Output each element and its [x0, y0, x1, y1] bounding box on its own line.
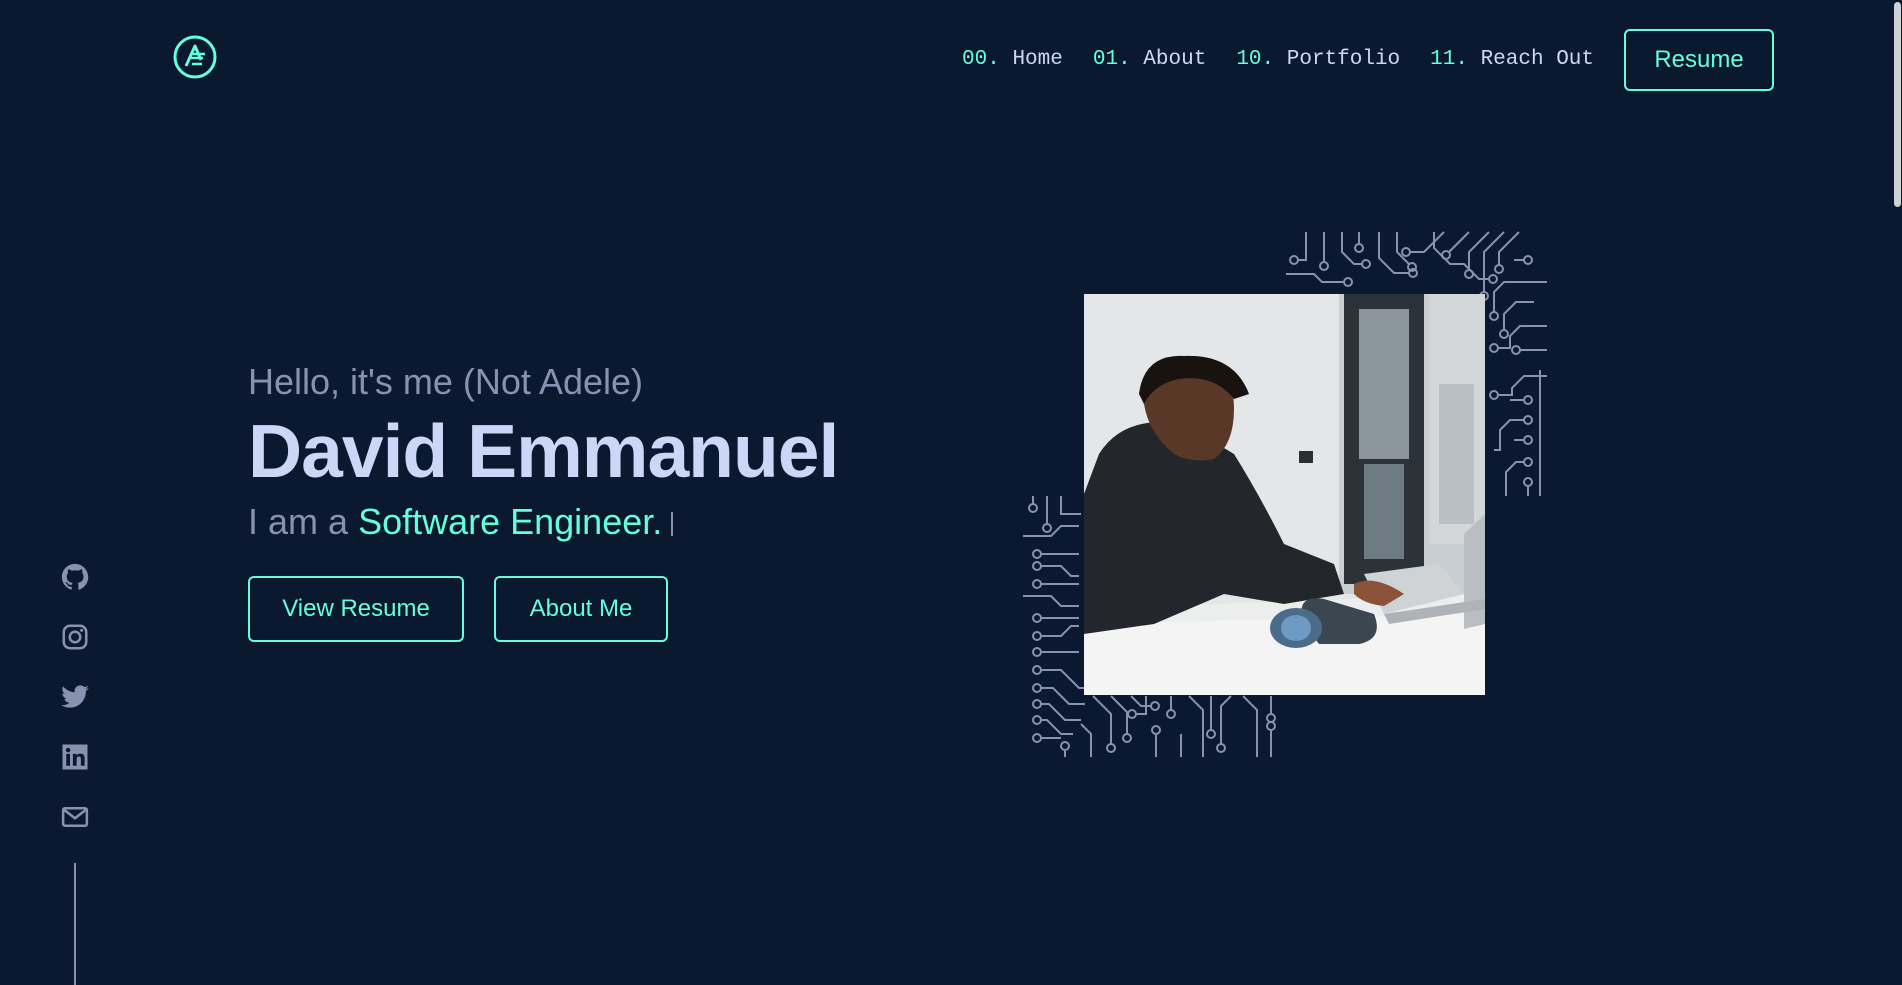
- linkedin-link[interactable]: [58, 740, 92, 774]
- nav-home[interactable]: 00. Home: [962, 27, 1063, 93]
- cta-buttons: View Resume About Me: [248, 576, 838, 642]
- nav-portfolio-number: 10.: [1236, 48, 1275, 71]
- logo-icon: [173, 35, 217, 79]
- hero-greeting: Hello, it's me (Not Adele): [248, 361, 644, 402]
- hero-role-prefix: I am a: [248, 501, 349, 542]
- nav-about[interactable]: 01. About: [1093, 27, 1206, 93]
- github-link[interactable]: [58, 560, 92, 594]
- social-divider-line: [74, 863, 76, 985]
- twitter-icon: [61, 685, 89, 708]
- nav-home-number: 00.: [962, 48, 1000, 71]
- instagram-icon: [62, 624, 88, 650]
- social-links: [58, 560, 92, 860]
- profile-photo-image: [1084, 294, 1485, 695]
- nav-about-label: About: [1143, 48, 1207, 71]
- instagram-link[interactable]: [58, 620, 92, 654]
- profile-photo: [1084, 294, 1485, 695]
- hero-name: David Emmanuel: [248, 409, 839, 493]
- email-link[interactable]: [58, 800, 92, 834]
- nav-reach-out-number: 11.: [1430, 48, 1468, 71]
- hero-role-accent: Software Engineer.: [358, 501, 663, 542]
- nav-portfolio[interactable]: 10. Portfolio: [1236, 27, 1400, 93]
- resume-button[interactable]: Resume: [1624, 29, 1774, 91]
- nav-portfolio-label: Portfolio: [1286, 48, 1401, 71]
- typing-cursor: [671, 512, 674, 536]
- main-nav: 00. Home 01. About 10. Portfolio 11. Rea…: [962, 27, 1774, 93]
- view-resume-button[interactable]: View Resume: [248, 576, 464, 642]
- hero-section: Hello, it's me (Not Adele) David Emmanue…: [248, 358, 839, 642]
- linkedin-icon: [62, 744, 88, 770]
- scrollbar-thumb[interactable]: [1894, 2, 1901, 207]
- about-me-button[interactable]: About Me: [494, 576, 668, 642]
- nav-about-number: 01.: [1092, 48, 1131, 71]
- scrollbar[interactable]: [1892, 0, 1902, 985]
- github-icon: [61, 563, 89, 590]
- mail-icon: [61, 807, 89, 827]
- hero-role: I am a Software Engineer.: [248, 498, 838, 546]
- nav-reach-out-label: Reach Out: [1480, 48, 1594, 71]
- twitter-link[interactable]: [58, 680, 92, 714]
- logo[interactable]: [172, 34, 218, 80]
- nav-home-label: Home: [1012, 48, 1063, 71]
- nav-reach-out[interactable]: 11. Reach Out: [1430, 27, 1594, 93]
